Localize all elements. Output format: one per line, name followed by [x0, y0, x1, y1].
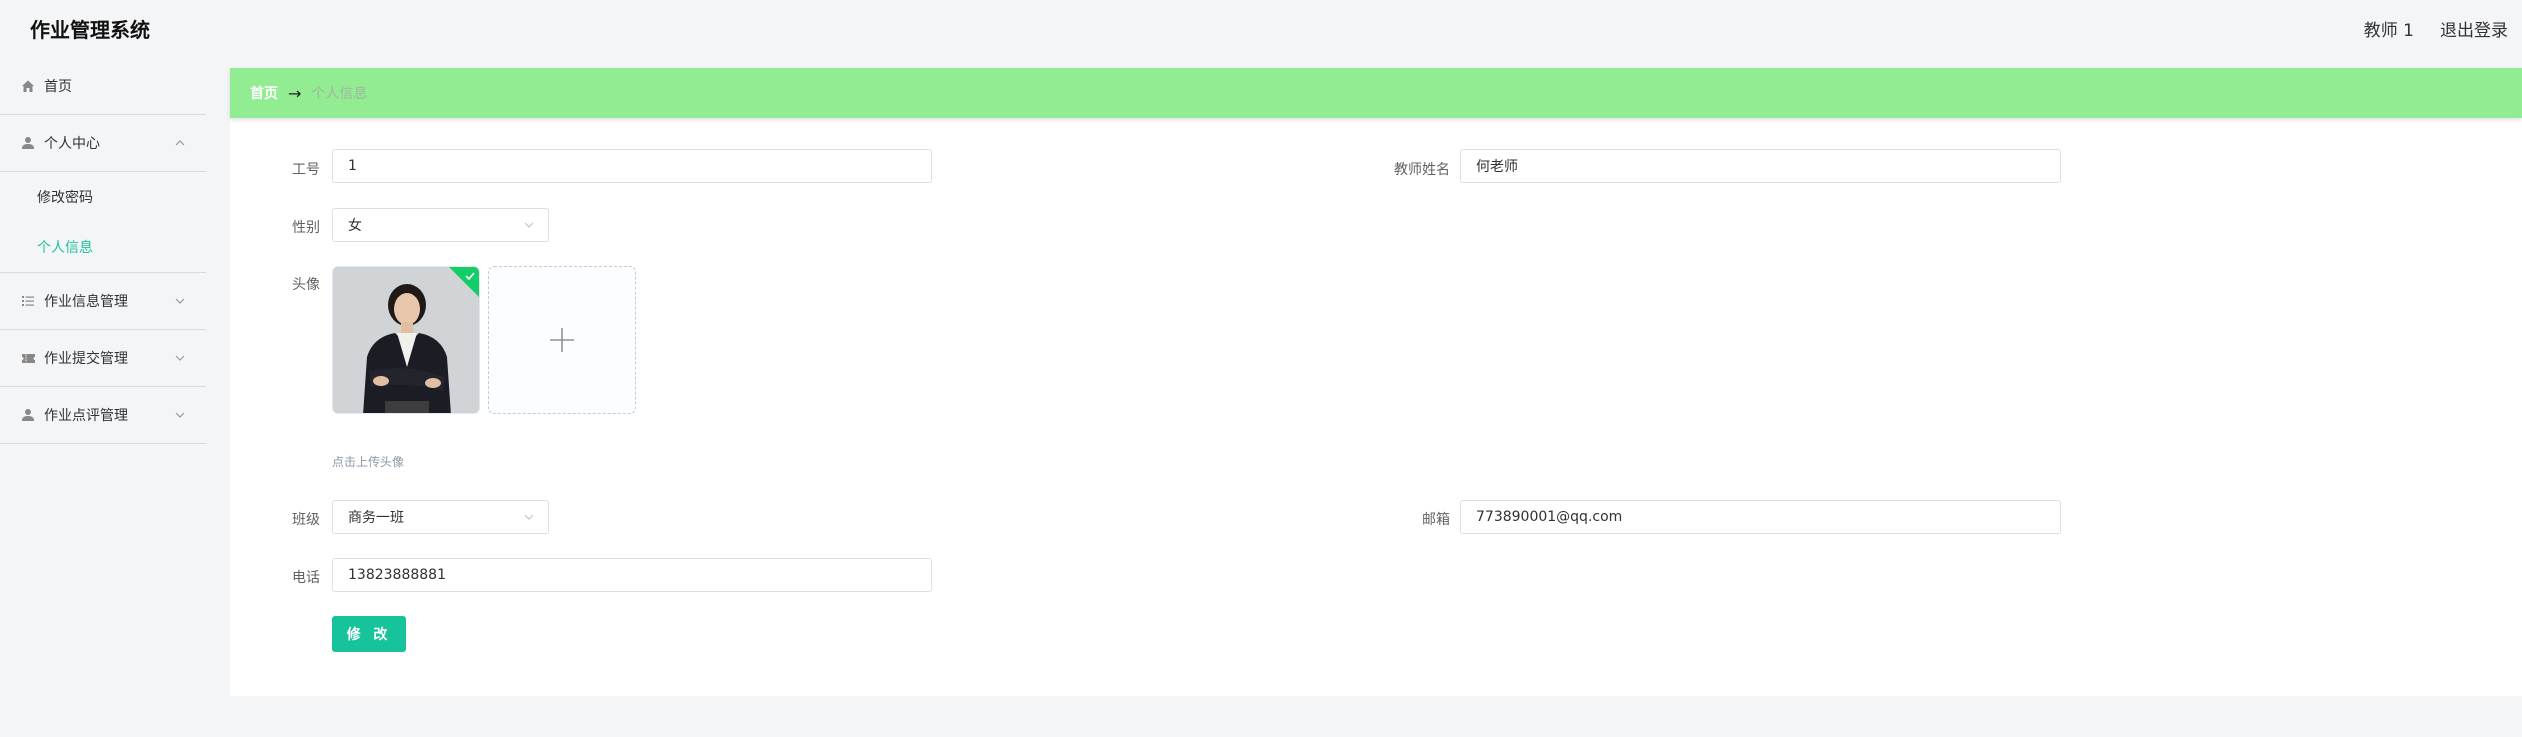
modify-button[interactable]: 修 改 — [332, 616, 406, 652]
sidebar-item-homework-submit[interactable]: 作业提交管理 — [0, 330, 206, 387]
chevron-down-icon — [175, 298, 185, 304]
sidebar-item-label: 作业信息管理 — [44, 294, 128, 310]
class-label: 班级 — [292, 512, 320, 528]
sidebar-item-label: 作业提交管理 — [44, 351, 128, 367]
class-select[interactable]: 商务一班 — [332, 500, 549, 534]
personal-submenu: 修改密码 个人信息 — [0, 172, 206, 273]
sidebar-item-personal[interactable]: 个人中心 — [0, 115, 206, 172]
phone-value: 13823888881 — [348, 567, 446, 583]
sidebar-item-label: 首页 — [44, 79, 72, 95]
teacher-name-label: 教师姓名 — [1394, 162, 1450, 178]
sidebar-item-label: 作业点评管理 — [44, 408, 128, 424]
avatar-upload-button[interactable] — [488, 266, 636, 414]
main-content: 首页 → 个人信息 工号 1 教师姓名 何老师 性别 女 头像 点击上传头像 班… — [230, 68, 2522, 696]
email-value: 773890001@qq.com — [1476, 509, 1623, 525]
sidebar-item-homework-info[interactable]: 作业信息管理 — [0, 273, 206, 330]
job-no-value: 1 — [348, 158, 357, 174]
success-check-icon — [449, 267, 479, 297]
chevron-up-icon — [175, 140, 185, 146]
home-icon — [20, 78, 36, 94]
user-name[interactable]: 教师 1 — [2364, 16, 2414, 41]
sidebar-item-personal-info[interactable]: 个人信息 — [0, 222, 206, 272]
gender-select[interactable]: 女 — [332, 208, 549, 242]
logout-link[interactable]: 退出登录 — [2440, 16, 2508, 41]
sidebar-item-change-password[interactable]: 修改密码 — [0, 172, 206, 222]
phone-label: 电话 — [292, 570, 320, 586]
ticket-icon — [20, 350, 36, 366]
sidebar-item-home[interactable]: 首页 — [0, 58, 206, 115]
teacher-name-value: 何老师 — [1476, 159, 1518, 175]
sidebar-item-homework-review[interactable]: 作业点评管理 — [0, 387, 206, 444]
list-icon — [20, 293, 36, 309]
chevron-down-icon — [524, 222, 534, 228]
avatar-label: 头像 — [292, 277, 320, 293]
gender-value: 女 — [348, 218, 362, 234]
sidebar: 首页 个人中心 修改密码 个人信息 作业信息管理 作业提交管理 作业点评管理 — [0, 58, 206, 444]
class-value: 商务一班 — [348, 510, 404, 526]
chevron-down-icon — [175, 412, 185, 418]
breadcrumb-current: 个人信息 — [311, 86, 368, 102]
app-title: 作业管理系统 — [30, 18, 150, 42]
sidebar-item-label: 个人中心 — [44, 136, 100, 152]
breadcrumb: 首页 → 个人信息 — [230, 68, 2522, 118]
plus-icon — [550, 328, 574, 352]
phone-field[interactable]: 13823888881 — [332, 558, 932, 592]
email-label: 邮箱 — [1422, 512, 1450, 528]
avatar-upload-hint: 点击上传头像 — [332, 455, 405, 469]
gender-label: 性别 — [292, 220, 320, 236]
chevron-down-icon — [524, 514, 534, 520]
breadcrumb-home[interactable]: 首页 — [250, 83, 278, 103]
chevron-down-icon — [175, 355, 185, 361]
teacher-name-field[interactable]: 何老师 — [1460, 149, 2061, 183]
avatar-image[interactable] — [332, 266, 480, 414]
breadcrumb-arrow-icon: → — [288, 83, 302, 103]
user-icon — [20, 135, 36, 151]
top-right-bar: 教师 1 退出登录 — [2364, 16, 2508, 41]
user-icon — [20, 407, 36, 423]
email-field[interactable]: 773890001@qq.com — [1460, 500, 2061, 534]
job-no-field[interactable]: 1 — [332, 149, 932, 183]
job-no-label: 工号 — [292, 162, 320, 178]
